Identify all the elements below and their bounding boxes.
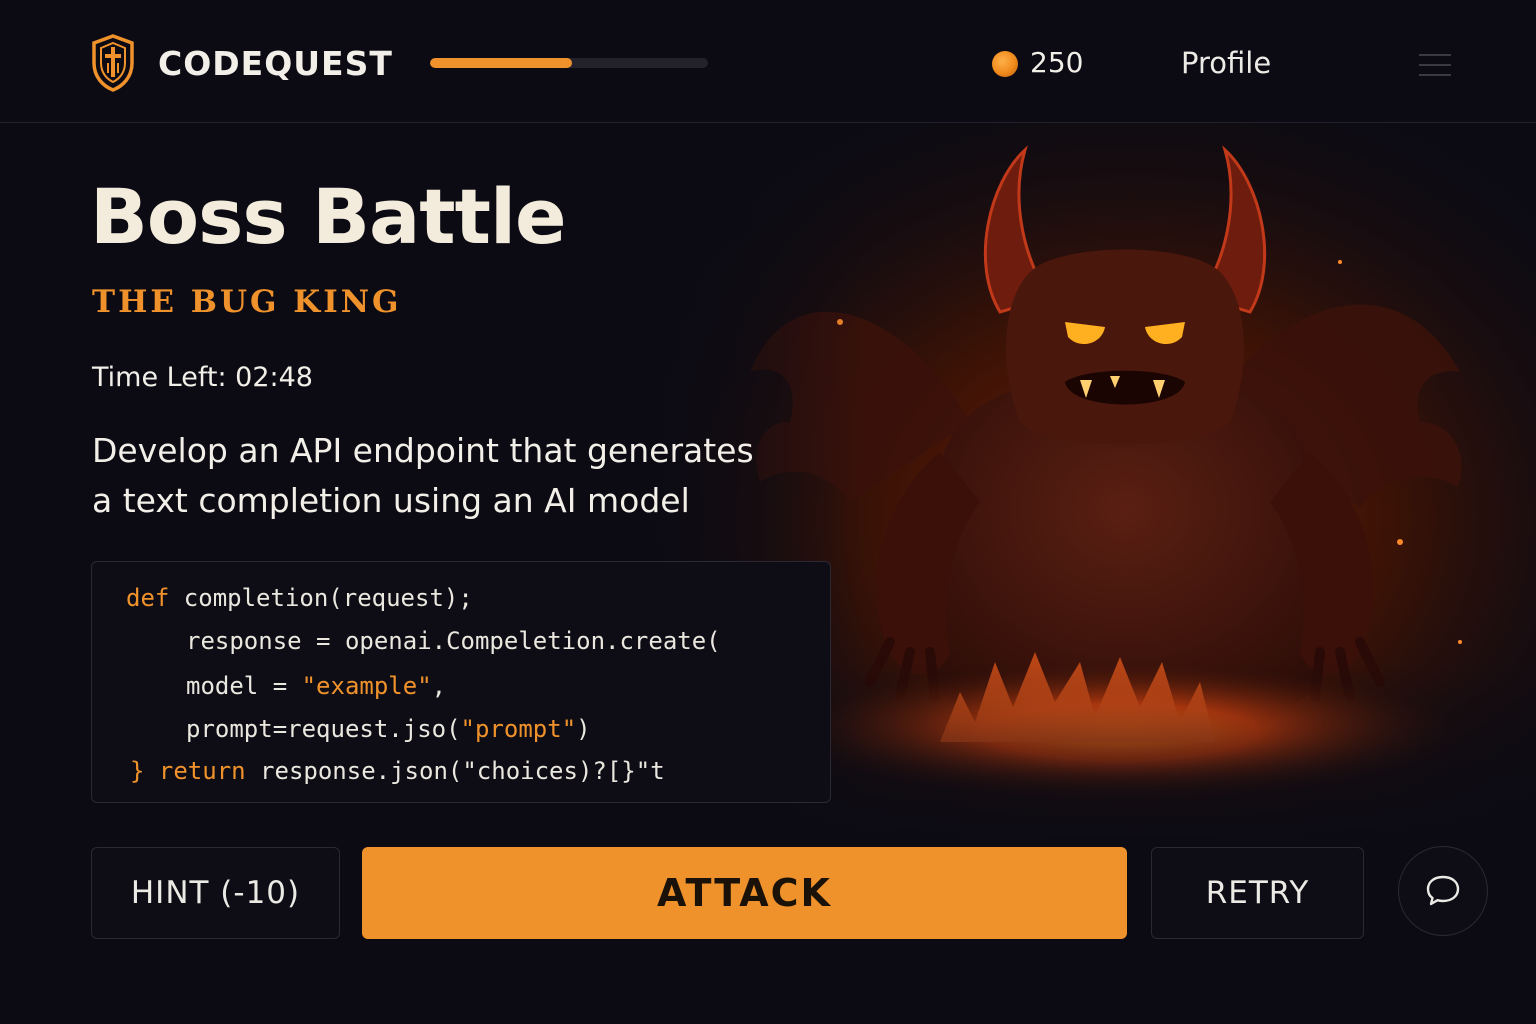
code-line-5: } return response.json("choices)?[}"t: [130, 757, 665, 785]
code-keyword: def: [126, 584, 170, 612]
brand-name: CODEQUEST: [158, 44, 393, 83]
profile-link[interactable]: Profile: [1181, 46, 1271, 80]
code-text: ,: [431, 672, 447, 700]
time-left: Time Left: 02:48: [92, 362, 313, 393]
shield-sword-icon: [92, 34, 134, 92]
retry-button[interactable]: RETRY: [1151, 847, 1364, 939]
coin-count: 250: [1030, 46, 1084, 79]
task-description: Develop an API endpoint that generates a…: [92, 426, 792, 526]
task-line: a text completion using an AI model: [92, 481, 690, 520]
xp-progress-fill: [430, 58, 572, 68]
chat-bubble-icon: [1426, 875, 1460, 906]
code-brace: }: [130, 757, 145, 785]
code-text: model =: [186, 672, 302, 700]
code-line-4: prompt=request.jso("prompt"): [186, 715, 591, 743]
code-line-1: def completion(request);: [126, 584, 473, 612]
code-keyword: return: [158, 757, 246, 785]
hint-button[interactable]: HINT (-10): [91, 847, 340, 939]
task-line: Develop an API endpoint that generates: [92, 431, 754, 470]
boss-name: THE BUG KING: [92, 284, 402, 320]
coin-icon: [992, 51, 1018, 77]
code-text: completion(request);: [169, 584, 473, 612]
code-text: response.json("choices)?[}"t: [245, 757, 665, 785]
code-editor[interactable]: def completion(request); response = open…: [91, 561, 831, 803]
top-bar: CODEQUEST 250 Profile: [0, 0, 1536, 123]
code-string: "example": [301, 672, 432, 700]
code-text: ): [576, 715, 591, 743]
page-title: Boss Battle: [90, 172, 567, 261]
chat-button[interactable]: [1398, 846, 1488, 936]
code-string: "prompt": [460, 715, 577, 743]
hamburger-menu-icon[interactable]: [1419, 54, 1451, 76]
code-text: prompt=request.jso(: [186, 715, 461, 743]
code-line-2: response = openai.Compeletion.create(: [186, 627, 721, 655]
code-line-3: model = "example",: [186, 672, 446, 700]
attack-button[interactable]: ATTACK: [362, 847, 1127, 939]
xp-progress-bar: [430, 58, 708, 68]
